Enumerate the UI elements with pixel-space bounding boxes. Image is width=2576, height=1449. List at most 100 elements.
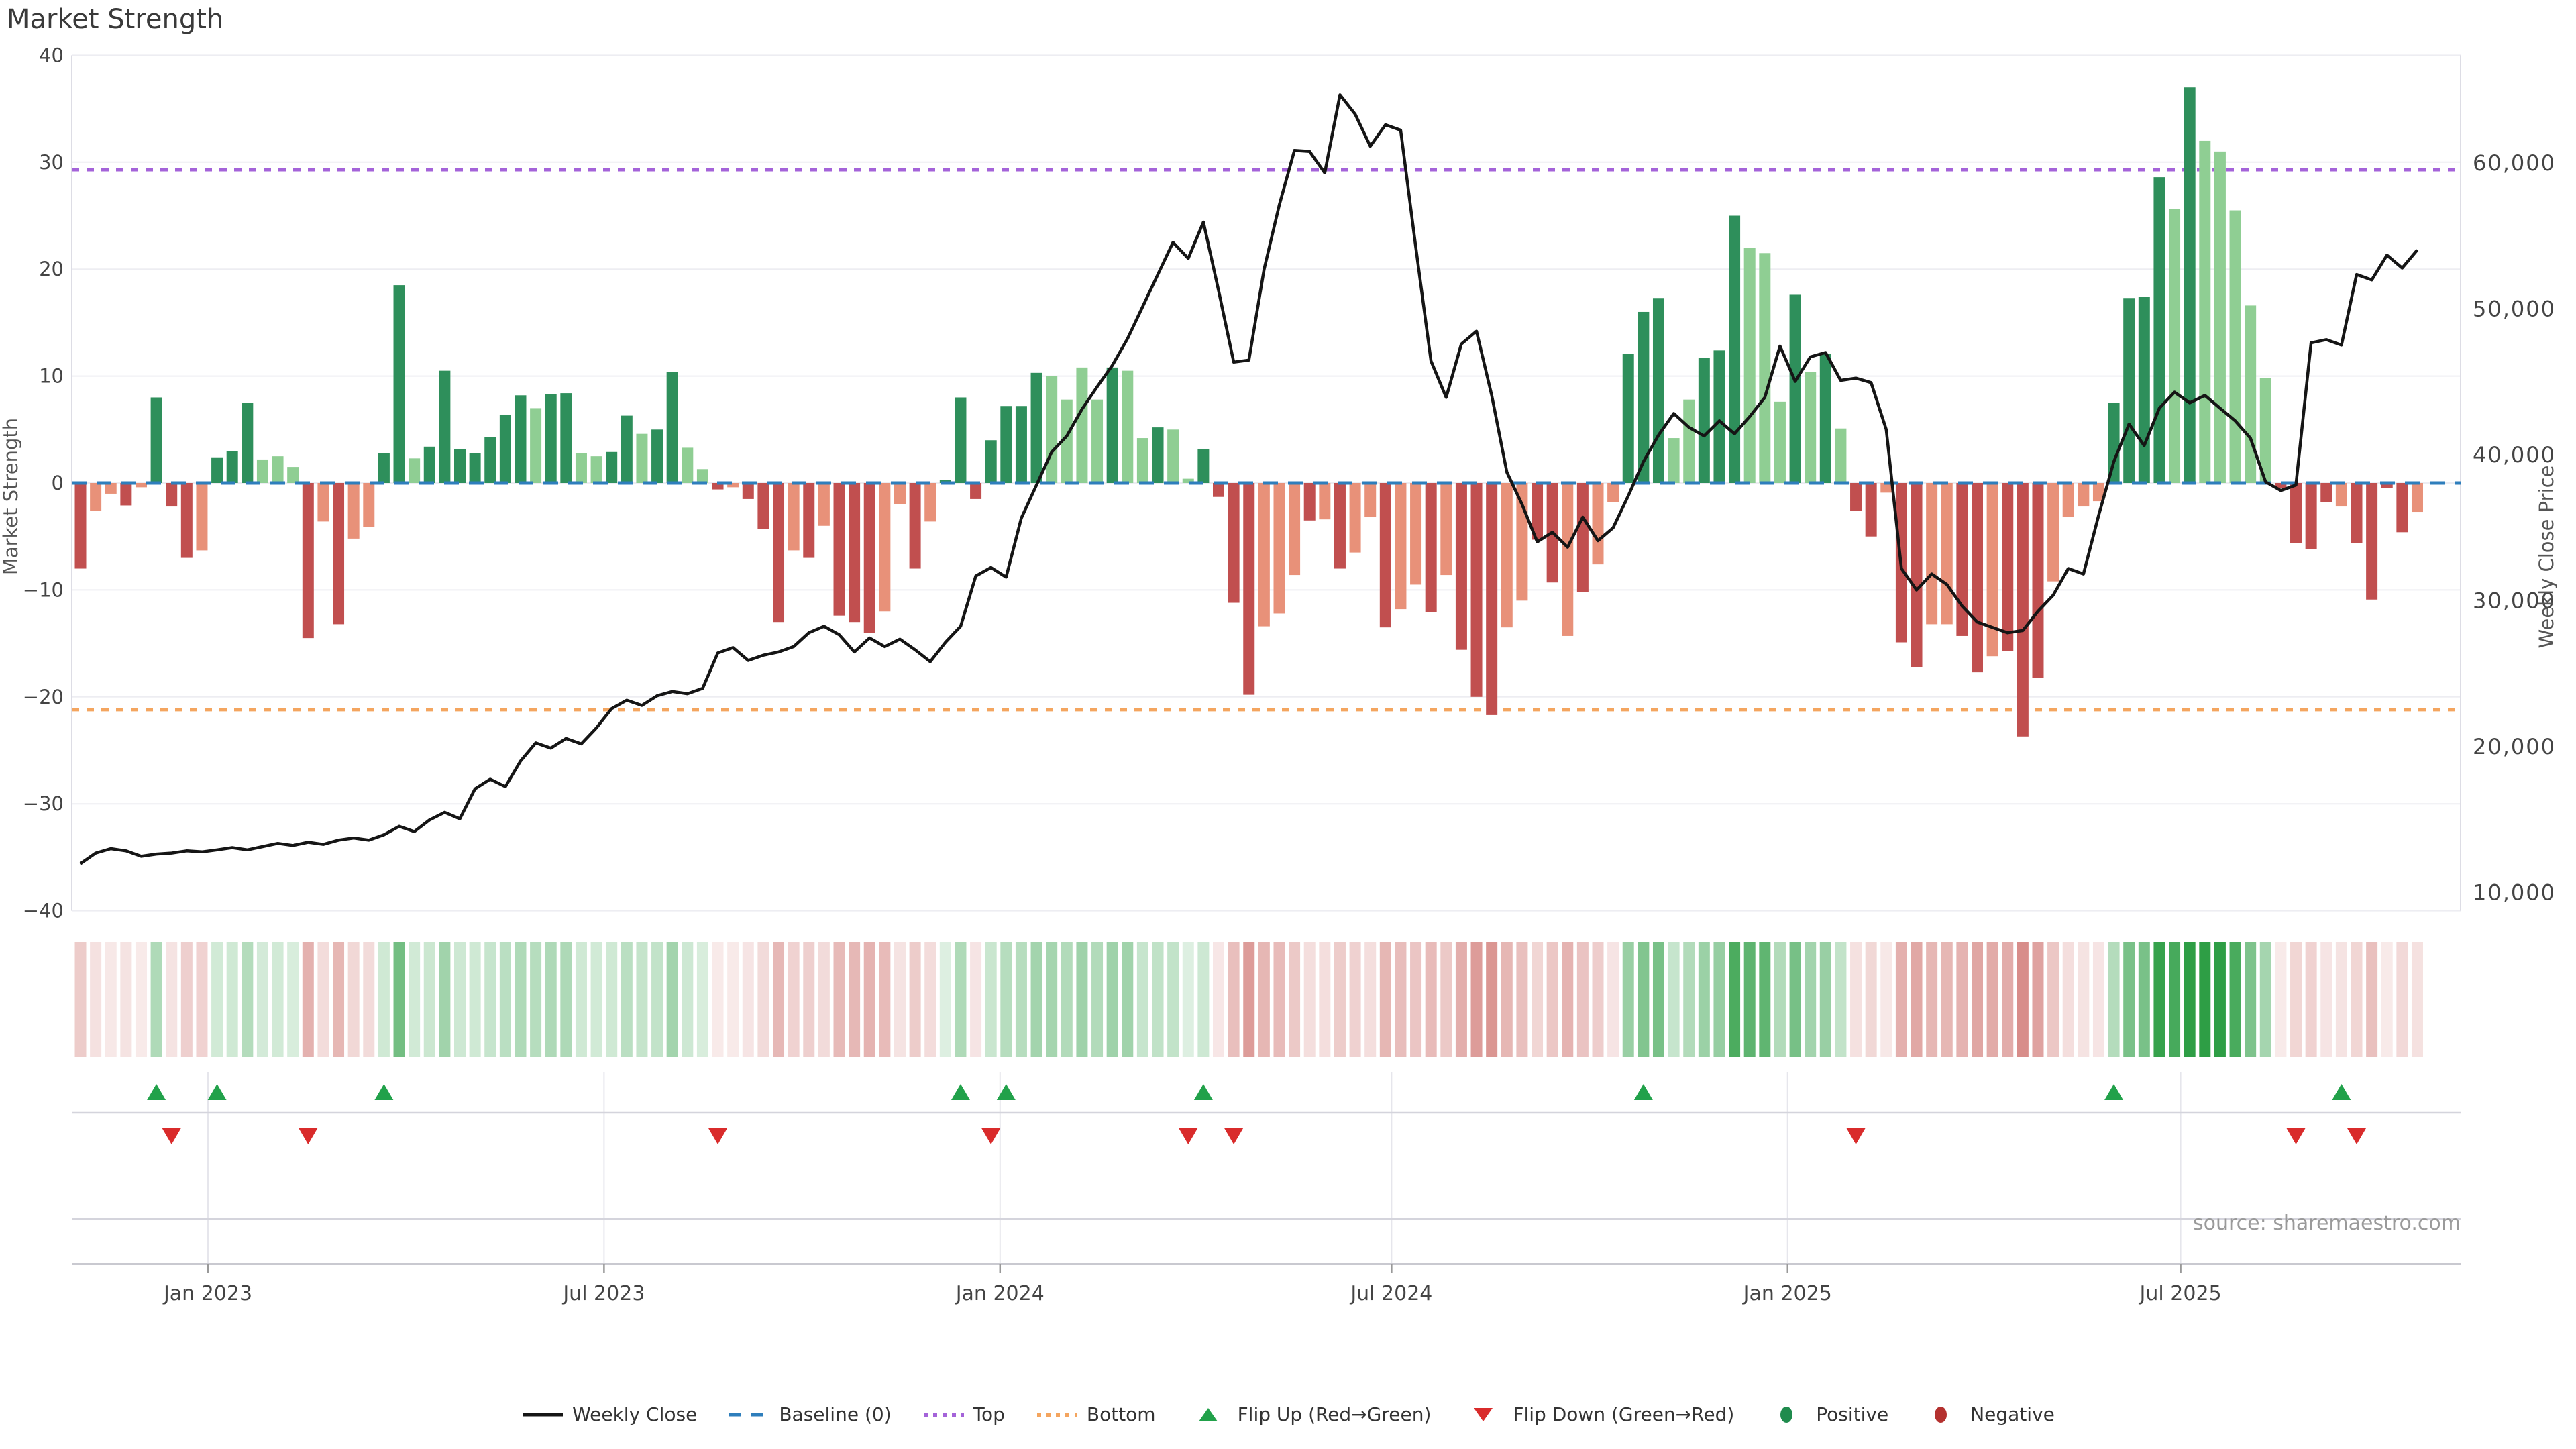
- heatmap-cell: [1000, 942, 1012, 1057]
- heatmap-cell: [545, 942, 557, 1057]
- strength-bar: [151, 397, 162, 483]
- heatmap-cell: [454, 942, 466, 1057]
- strength-bar: [757, 483, 769, 529]
- strength-bar: [651, 429, 663, 483]
- heatmap-cell: [591, 942, 602, 1057]
- heatmap-cell: [90, 942, 101, 1057]
- heatmap-cell: [1972, 942, 1983, 1057]
- heatmap-cell: [1016, 942, 1027, 1057]
- heatmap-cell: [2351, 942, 2363, 1057]
- strength-bar: [484, 437, 496, 483]
- svg-text:20: 20: [39, 258, 64, 280]
- strength-bar: [2047, 483, 2059, 582]
- strength-bar: [2412, 483, 2423, 512]
- heatmap-cell: [1486, 942, 1497, 1057]
- strength-bar: [1926, 483, 1937, 624]
- heatmap-cell: [1835, 942, 1846, 1057]
- heatmap-cell: [196, 942, 207, 1057]
- heatmap-cell: [2002, 942, 2013, 1057]
- strength-bar: [1031, 373, 1042, 483]
- heatmap-cell: [2245, 942, 2256, 1057]
- heatmap-cell: [1152, 942, 1164, 1057]
- strength-bar: [576, 453, 587, 483]
- strength-bar: [743, 483, 754, 499]
- strength-bar: [378, 453, 390, 483]
- heatmap-cell: [1623, 942, 1634, 1057]
- heatmap-cell: [1091, 942, 1103, 1057]
- x-tick-label: Jul 2024: [1349, 1282, 1432, 1305]
- strength-bar: [1289, 483, 1300, 575]
- strength-bar: [1866, 483, 1877, 537]
- svg-text:10,000: 10,000: [2473, 880, 2556, 906]
- heatmap-cell: [682, 942, 693, 1057]
- heatmap-cell: [2093, 942, 2104, 1057]
- strength-bar: [773, 483, 784, 622]
- legend-item: Negative: [1919, 1403, 2055, 1426]
- heatmap-cell: [1699, 942, 1710, 1057]
- strength-bar: [1577, 483, 1589, 592]
- heatmap-cell: [211, 942, 223, 1057]
- heatmap-cell: [439, 942, 450, 1057]
- market-strength-dashboard: Market Strength 403020100−10−20−30−4060,…: [0, 0, 2576, 1449]
- strength-bar: [2230, 211, 2241, 483]
- heatmap-cell: [1729, 942, 1740, 1057]
- heatmap-cell: [727, 942, 739, 1057]
- strength-bar: [2032, 483, 2043, 678]
- strength-bar: [1334, 483, 1346, 569]
- strength-bar: [317, 483, 329, 521]
- strength-bar: [2366, 483, 2377, 600]
- svg-text:10: 10: [39, 365, 64, 388]
- strength-bar: [439, 371, 450, 483]
- strength-bar: [1668, 438, 1680, 483]
- strength-bar: [470, 453, 481, 483]
- heatmap-cell: [227, 942, 238, 1057]
- heatmap-cell: [2123, 942, 2135, 1057]
- heatmap-cell: [272, 942, 284, 1057]
- heatmap-cell: [409, 942, 420, 1057]
- heatmap-cell: [621, 942, 633, 1057]
- strength-bar: [1683, 400, 1695, 483]
- strength-bar: [196, 483, 207, 550]
- strength-bar: [1228, 483, 1240, 603]
- heatmap-cell: [1243, 942, 1254, 1057]
- x-axis: Jan 2023Jul 2023Jan 2024Jul 2024Jan 2025…: [162, 1264, 2222, 1305]
- strength-bar: [1426, 483, 1437, 612]
- strength-bar: [1653, 298, 1664, 483]
- heatmap-cell: [1380, 942, 1391, 1057]
- strength-bar: [120, 483, 131, 505]
- heatmap-cell: [1911, 942, 1923, 1057]
- positive-dot-icon: [1765, 1404, 1808, 1426]
- strength-bar: [2184, 87, 2196, 483]
- flip-down-icon: [2287, 1128, 2306, 1144]
- legend-item: Top: [922, 1403, 1005, 1426]
- heatmap-cell: [697, 942, 708, 1057]
- reference-lines: [72, 170, 2461, 710]
- strength-bar: [1805, 372, 1816, 483]
- heatmap-cell: [576, 942, 587, 1057]
- heatmap-cell: [181, 942, 193, 1057]
- heatmap-cell: [1547, 942, 1558, 1057]
- baseline-dash-swatch: [728, 1404, 771, 1426]
- strength-bar: [1911, 483, 1923, 667]
- legend-item-label: Top: [973, 1403, 1005, 1426]
- strength-bar: [591, 456, 602, 483]
- strength-bar: [1729, 216, 1740, 484]
- heatmap-cell: [1956, 942, 1968, 1057]
- strength-bar: [1319, 483, 1330, 519]
- heatmap-cell: [1197, 942, 1209, 1057]
- heatmap-cell: [803, 942, 814, 1057]
- heatmap-cell: [303, 942, 314, 1057]
- lower-panel-grid: [72, 1072, 2461, 1264]
- heatmap-cell: [1516, 942, 1527, 1057]
- strength-bar: [1713, 350, 1725, 483]
- strength-bar: [864, 483, 875, 633]
- heatmap-cell: [363, 942, 374, 1057]
- legend-item-label: Flip Up (Red→Green): [1238, 1403, 1432, 1426]
- heatmap-cell: [560, 942, 572, 1057]
- heatmap-cell: [105, 942, 117, 1057]
- strength-bar: [1699, 358, 1710, 483]
- strength-bar: [1410, 483, 1421, 584]
- heatmap-cell: [1683, 942, 1695, 1057]
- heatmap-cell: [394, 942, 405, 1057]
- strength-bar: [1213, 483, 1224, 497]
